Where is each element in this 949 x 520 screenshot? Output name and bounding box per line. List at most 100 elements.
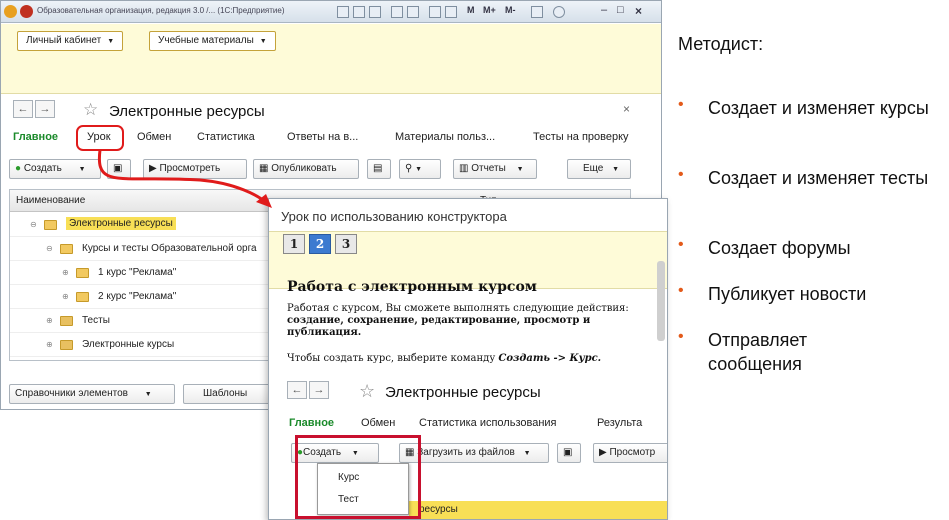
references-label: Справочники элементов xyxy=(15,388,128,399)
templates-button[interactable]: Шаблоны xyxy=(183,384,273,404)
references-button[interactable]: Справочники элементов ▼ xyxy=(9,384,175,404)
forward-arrow-icon[interactable]: → xyxy=(35,100,55,118)
tab-user-materials[interactable]: Материалы польз... xyxy=(395,131,495,143)
reports-icon: ▥ xyxy=(459,163,469,174)
history-icon[interactable] xyxy=(407,6,419,18)
info-icon[interactable] xyxy=(553,6,565,18)
role-heading: Методист: xyxy=(678,34,764,54)
calendar-icon[interactable] xyxy=(445,6,457,18)
play-icon: ▶ xyxy=(149,163,157,174)
memory-button[interactable]: M xyxy=(467,5,475,15)
forward-arrow-icon: → xyxy=(309,381,329,399)
preview-icon[interactable] xyxy=(369,6,381,18)
expand-icon[interactable]: ⊕ xyxy=(46,340,53,349)
publish-icon: ▦ xyxy=(259,163,269,174)
window-layout-icon[interactable] xyxy=(531,6,543,18)
folder-icon xyxy=(76,268,89,278)
toolbar: ● Создать ▼ ▣ ▶ Просмотреть ▦ Опубликова… xyxy=(1,156,661,182)
close-icon[interactable]: × xyxy=(623,102,630,116)
lesson-paragraph: Работая с курсом, Вы сможете выполнять с… xyxy=(287,303,653,339)
tab-exchange[interactable]: Обмен xyxy=(137,131,171,143)
chevron-down-icon: ▼ xyxy=(415,166,423,173)
chevron-down-icon: ▼ xyxy=(144,391,152,398)
calculator-icon[interactable] xyxy=(429,6,441,18)
tab-statistics[interactable]: Статистика xyxy=(197,131,255,143)
favorites-icon[interactable] xyxy=(391,6,403,18)
memory-add-button[interactable]: M+ xyxy=(483,5,496,15)
maximize-icon[interactable]: □ xyxy=(617,4,624,16)
window-title: Образовательная организация, редакция 3.… xyxy=(37,6,285,15)
back-arrow-icon: ← xyxy=(287,381,307,399)
close-window-icon[interactable]: × xyxy=(635,4,642,18)
row-label: Курсы и тесты Образовательной орга xyxy=(82,243,257,254)
templates-label: Шаблоны xyxy=(203,388,248,399)
publish-label: Опубликовать xyxy=(271,163,337,174)
tab-tests-to-check[interactable]: Тесты на проверку xyxy=(533,131,629,143)
row-label: 2 курс "Реклама" xyxy=(98,291,177,302)
lesson-window-title: Урок по использованию конструктора xyxy=(281,209,507,224)
folder-icon xyxy=(60,316,73,326)
menu-icon[interactable] xyxy=(20,5,33,18)
chevron-down-icon: ▼ xyxy=(78,166,86,173)
inner-tab-results: Результа xyxy=(597,417,643,429)
bullet-icon: • xyxy=(678,166,684,183)
view-button[interactable]: ▶ Просмотреть xyxy=(143,159,247,179)
add-folder-icon[interactable]: ▣ xyxy=(107,159,131,179)
page-3-button[interactable]: 3 xyxy=(335,234,357,254)
play-icon: ▶ xyxy=(599,447,607,458)
create-label: Создать xyxy=(23,163,62,174)
lesson-text: Чтобы создать курс, выберите команду xyxy=(287,353,499,364)
memory-subtract-button[interactable]: M- xyxy=(505,5,516,15)
bullet-icon: • xyxy=(678,282,684,299)
study-materials-label: Учебные материалы xyxy=(158,35,254,46)
row-label: Электронные курсы xyxy=(82,339,175,350)
inner-load-label: Загрузить из файлов xyxy=(417,447,515,458)
save-icon[interactable] xyxy=(337,6,349,18)
collapse-icon[interactable]: ⊖ xyxy=(30,220,37,229)
inner-load-button: ▦ Загрузить из файлов ▼ xyxy=(399,443,549,463)
inner-tab-main: Главное xyxy=(289,417,335,429)
expand-icon[interactable]: ⊕ xyxy=(62,268,69,277)
collapse-icon[interactable]: ⊖ xyxy=(46,244,53,253)
page-1-button[interactable]: 1 xyxy=(283,234,305,254)
plus-icon: ● xyxy=(15,163,22,174)
inner-tab-exchange: Обмен xyxy=(361,417,396,429)
navigation-row: ← → ☆ Электронные ресурсы × xyxy=(1,96,661,124)
lesson-window: Урок по использованию конструктора 1 2 3… xyxy=(268,198,668,520)
folder-icon xyxy=(76,292,89,302)
tab-main[interactable]: Главное xyxy=(13,131,58,143)
publish-button[interactable]: ▦ Опубликовать xyxy=(253,159,359,179)
chevron-down-icon: ▼ xyxy=(612,166,620,173)
lesson-heading: Работа с электронным курсом xyxy=(287,279,537,295)
bullet-icon: • xyxy=(678,328,684,345)
inner-row-label: ресурсы xyxy=(419,504,458,515)
lesson-command-text: Создать -> Курс. xyxy=(498,353,602,364)
reports-button[interactable]: ▥ Отчеты ▼ xyxy=(453,159,537,179)
print-icon[interactable] xyxy=(353,6,365,18)
bullet-text: Публикует новости xyxy=(708,284,867,304)
title-bar: Образовательная организация, редакция 3.… xyxy=(1,1,661,23)
back-arrow-icon[interactable]: ← xyxy=(13,100,33,118)
folder-icon xyxy=(44,220,57,230)
personal-cabinet-label: Личный кабинет xyxy=(26,35,102,46)
tab-answers[interactable]: Ответы на в... xyxy=(287,131,358,143)
row-label: Электронные ресурсы xyxy=(66,217,176,230)
scrollbar[interactable] xyxy=(657,261,665,341)
more-button[interactable]: Еще ▼ xyxy=(567,159,631,179)
chevron-down-icon: ▼ xyxy=(259,38,267,45)
personal-cabinet-button[interactable]: Личный кабинет ▼ xyxy=(17,31,124,51)
expand-icon[interactable]: ⊕ xyxy=(62,292,69,301)
column-header-name[interactable]: Наименование xyxy=(16,195,85,206)
minimize-icon[interactable]: – xyxy=(601,4,607,16)
create-button[interactable]: ● Создать ▼ xyxy=(9,159,101,179)
study-materials-button[interactable]: Учебные материалы ▼ xyxy=(149,31,276,51)
search-button[interactable]: ⚲ ▼ xyxy=(399,159,441,179)
page-2-button[interactable]: 2 xyxy=(309,234,331,254)
folder-icon xyxy=(60,244,73,254)
star-icon[interactable]: ☆ xyxy=(83,100,98,120)
expand-icon[interactable]: ⊕ xyxy=(46,316,53,325)
inner-selected-row: ресурсы xyxy=(409,501,667,519)
folder-icon xyxy=(60,340,73,350)
chevron-down-icon: ▼ xyxy=(523,450,531,457)
book-icon[interactable]: ▤ xyxy=(367,159,391,179)
